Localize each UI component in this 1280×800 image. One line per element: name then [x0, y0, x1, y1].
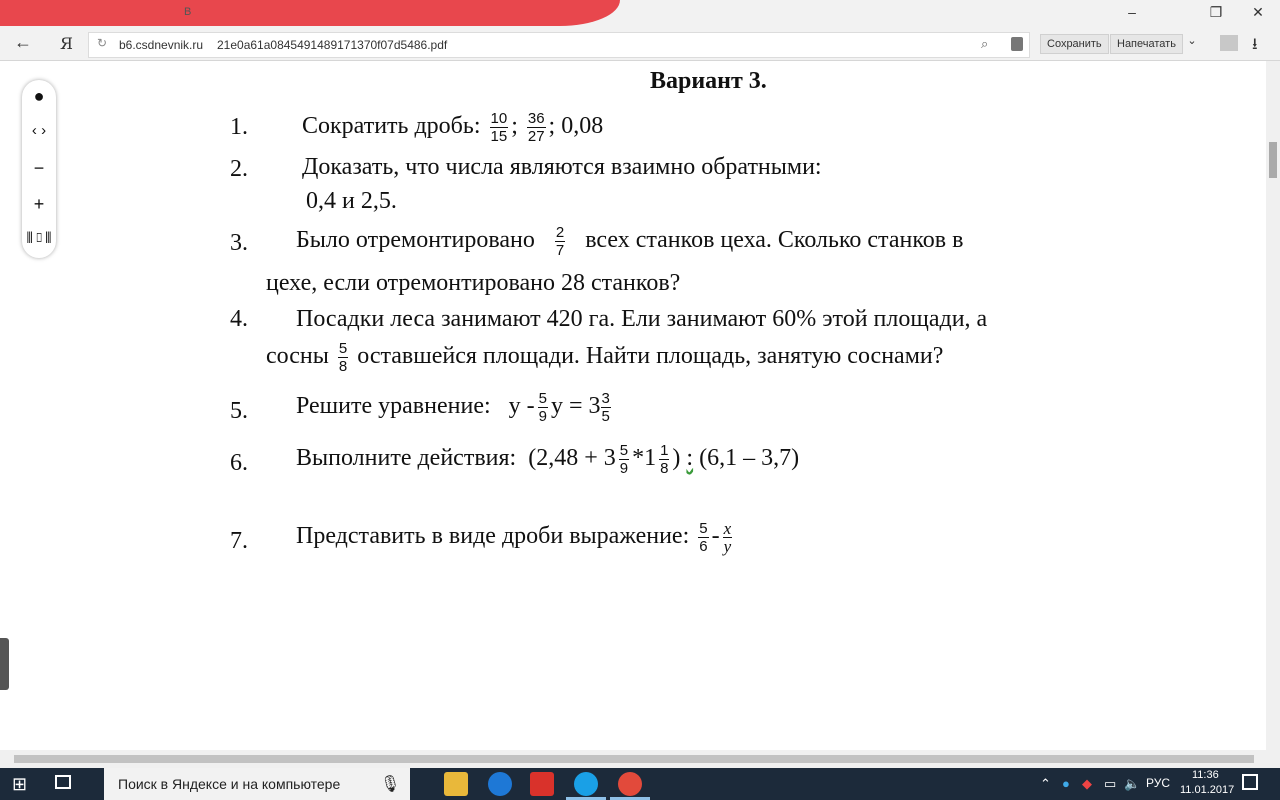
lock-icon[interactable]	[1011, 37, 1023, 51]
fraction: 27	[554, 224, 566, 259]
yandex-browser-icon[interactable]	[618, 772, 642, 796]
taskbar: ⊞ Поиск в Яндексе и на компьютере 🎙 ⌃ ● …	[0, 768, 1280, 800]
language-indicator[interactable]: РУС	[1146, 776, 1170, 790]
tray-chevron-icon[interactable]: ⌃	[1040, 776, 1051, 792]
url-path: 21e0a61a0845491489171370f07d5486.pdf	[217, 38, 448, 52]
download-icon[interactable]: ⭳	[1252, 33, 1258, 60]
clock-time[interactable]: 11:36	[1192, 769, 1219, 781]
fraction: 59	[537, 390, 548, 425]
redaction-scribble	[0, 0, 620, 26]
notification-icon[interactable]	[1242, 774, 1258, 790]
task-number: 4.	[230, 306, 248, 332]
print-button[interactable]: Напечатать	[1110, 34, 1183, 54]
task-3-line2: цехе, если отремонтировано 28 станков?	[266, 270, 681, 296]
task-2: Доказать, что числа являются взаимно обр…	[302, 154, 822, 180]
url-field[interactable]: ↻ b6.csdnevnik.ru 21e0a61a08454914891713…	[88, 32, 1030, 58]
fraction: 10 15	[489, 110, 509, 145]
pdf-toolbar: ● ‹ › − + ⦀▯⦀	[22, 80, 56, 258]
back-icon[interactable]: ←	[14, 32, 32, 53]
minimize-icon[interactable]: –	[1120, 4, 1144, 20]
yandex-logo[interactable]: Я	[60, 34, 73, 53]
task-4-line2: сосны 58 оставшейся площади. Найти площа…	[266, 340, 944, 375]
horizontal-scroll-thumb[interactable]	[14, 755, 1254, 763]
task-number: 7.	[230, 528, 248, 554]
zoom-in-icon[interactable]: +	[22, 194, 56, 215]
fraction: 59	[618, 442, 630, 477]
task-7: Представить в виде дроби выражение: 56-x…	[296, 519, 733, 556]
print-menu-chevron-icon[interactable]: ⌄	[1180, 34, 1204, 47]
task-6: Выполните действия: (2,48 + 3 5 9 *1 1 8) : (…	[296, 442, 800, 477]
page-heading: Вариант 3.	[650, 68, 767, 94]
equation-part: у = 3	[550, 393, 601, 420]
fraction: 36 27	[526, 110, 546, 145]
scroll-thumb[interactable]	[1269, 142, 1277, 178]
task-number: 5.	[230, 398, 248, 424]
task-number: 1.	[230, 114, 248, 140]
maximize-icon[interactable]: ❐	[1204, 4, 1228, 21]
windows-start-icon[interactable]: ⊞	[12, 774, 27, 795]
address-bar: ← Я ↻ b6.csdnevnik.ru 21e0a61a0845491489…	[0, 28, 1280, 61]
file-explorer-icon[interactable]	[444, 772, 468, 796]
equation-part: у -	[508, 393, 535, 420]
fraction: 56	[698, 520, 709, 555]
fraction: 58	[337, 340, 349, 375]
yandex-icon[interactable]	[530, 772, 554, 796]
zoom-out-icon[interactable]: −	[22, 158, 56, 179]
task-4: Посадки леса занимают 420 га. Ели занима…	[296, 306, 988, 332]
task-number: 3.	[230, 230, 248, 256]
dot-icon[interactable]: ●	[22, 86, 56, 107]
prev-next-icon[interactable]: ‹ ›	[22, 122, 56, 139]
find-icon[interactable]: ⌕	[981, 36, 988, 52]
fit-icon[interactable]: ⦀▯⦀	[22, 230, 56, 247]
vertical-scrollbar[interactable]	[1266, 61, 1280, 750]
url-domain: b6.csdnevnik.ru	[119, 38, 204, 52]
microphone-icon[interactable]: 🎙	[380, 774, 400, 794]
fraction: xy	[722, 519, 733, 556]
task-3: Было отремонтировано 27 всех станков цех…	[296, 224, 964, 259]
task-2-line2: 0,4 и 2,5.	[306, 188, 397, 214]
task-text: Сократить дробь:	[302, 113, 481, 140]
close-icon[interactable]: ✕	[1246, 4, 1270, 21]
tab-title[interactable]: В	[184, 6, 191, 18]
fraction: 18	[659, 442, 670, 477]
skype-icon[interactable]	[574, 772, 598, 796]
search-placeholder: Поиск в Яндексе и на компьютере	[118, 776, 341, 792]
expression-colon: :	[686, 445, 694, 472]
task-1: Сократить дробь: 10 15; 36 27; 0,08	[302, 110, 604, 145]
task-number: 2.	[230, 156, 248, 182]
tray-warning-icon[interactable]: ◆	[1082, 776, 1092, 792]
expression-part: *1	[632, 445, 657, 472]
task-5: Решите уравнение: у -59у = 335	[296, 390, 611, 425]
fraction: 35	[600, 390, 611, 425]
window-titlebar: В – ❐ ✕	[0, 0, 1280, 28]
expression-part: (6,1 – 3,7)	[699, 445, 800, 472]
task-number: 6.	[230, 450, 248, 476]
expression-part: )	[672, 445, 681, 472]
clock-date[interactable]: 11.01.2017	[1180, 784, 1234, 796]
edge-icon[interactable]	[488, 772, 512, 796]
taskbar-search[interactable]: Поиск в Яндексе и на компьютере 🎙	[104, 768, 410, 800]
decimal-value: 0,08	[561, 113, 604, 140]
save-button[interactable]: Сохранить	[1040, 34, 1109, 54]
tray-app-icon[interactable]: ●	[1062, 776, 1070, 791]
network-icon[interactable]: ▭	[1104, 776, 1116, 792]
thumbnail-icon[interactable]	[1220, 35, 1238, 51]
task-view-icon[interactable]	[55, 775, 71, 789]
reload-icon[interactable]: ↻	[97, 36, 107, 50]
expression-part: (2,48 + 3	[528, 445, 616, 472]
volume-icon[interactable]: 🔈	[1124, 776, 1140, 792]
side-panel-tab[interactable]	[0, 638, 9, 690]
